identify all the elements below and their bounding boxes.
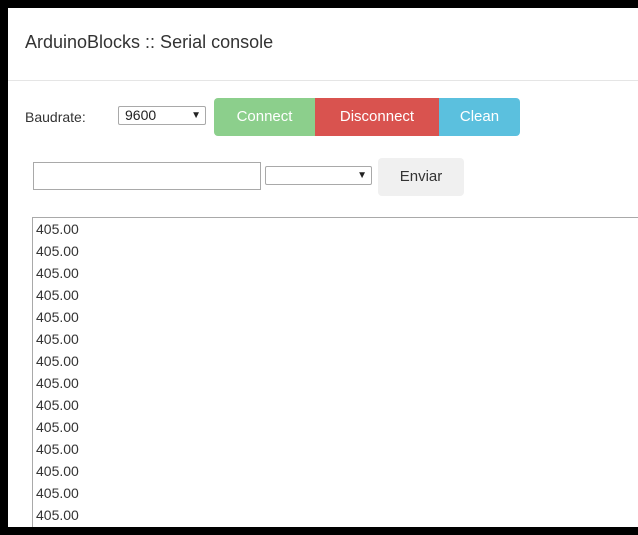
page-title: ArduinoBlocks :: Serial console <box>25 32 274 52</box>
serial-line: 405.00 <box>36 331 79 347</box>
line-ending-select[interactable]: ▼ <box>265 166 372 185</box>
serial-line: 405.00 <box>36 265 79 281</box>
serial-line: 405.00 <box>36 507 79 523</box>
serial-line: 405.00 <box>36 221 79 237</box>
serial-line: 405.00 <box>36 463 79 479</box>
dropdown-arrow-icon: ▼ <box>191 110 201 121</box>
serial-line: 405.00 <box>36 397 79 413</box>
dropdown-arrow-icon: ▼ <box>357 170 367 181</box>
baudrate-select[interactable]: 9600 ▼ <box>118 106 206 125</box>
serial-line: 405.00 <box>36 353 79 369</box>
send-input[interactable] <box>33 162 261 190</box>
send-toolbar: ▼ Enviar <box>25 158 638 196</box>
disconnect-button[interactable]: Disconnect <box>315 98 439 136</box>
clean-button[interactable]: Clean <box>439 98 520 136</box>
serial-console-window: ArduinoBlocks :: Serial console Baudrate… <box>8 8 638 527</box>
send-button[interactable]: Enviar <box>378 158 464 196</box>
header: ArduinoBlocks :: Serial console <box>8 8 638 81</box>
serial-output[interactable]: 405.00 405.00 405.00 405.00 405.00 405.0… <box>32 217 638 527</box>
serial-line: 405.00 <box>36 375 79 391</box>
baudrate-value: 9600 <box>125 107 157 123</box>
connect-button[interactable]: Connect <box>214 98 315 136</box>
serial-line: 405.00 <box>36 441 79 457</box>
serial-line: 405.00 <box>36 309 79 325</box>
serial-line: 405.00 <box>36 287 79 303</box>
serial-output-lines: 405.00 405.00 405.00 405.00 405.00 405.0… <box>33 218 79 526</box>
serial-line: 405.00 <box>36 243 79 259</box>
connection-toolbar: Baudrate: 9600 ▼ Connect Disconnect Clea… <box>25 98 638 136</box>
serial-line: 405.00 <box>36 485 79 501</box>
serial-line: 405.00 <box>36 419 79 435</box>
baudrate-label: Baudrate: <box>25 109 86 125</box>
